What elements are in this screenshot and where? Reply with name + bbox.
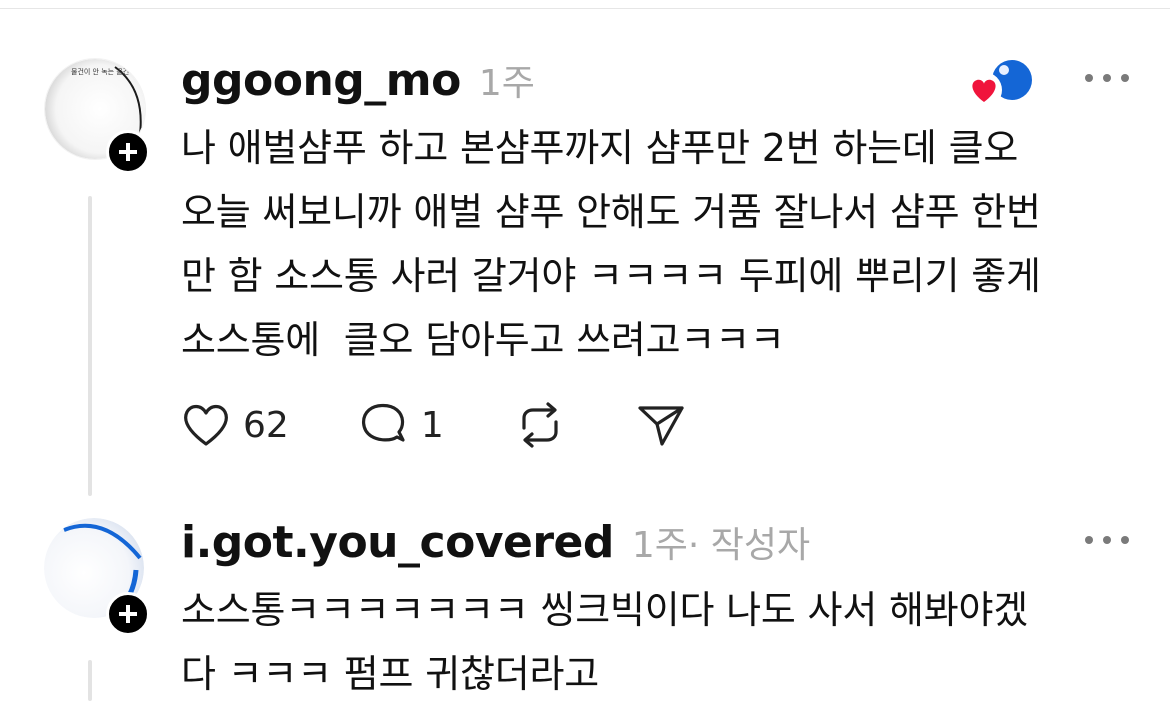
heart-outline-icon (184, 404, 228, 446)
dot (1121, 74, 1129, 82)
follow-plus-icon[interactable] (106, 130, 150, 174)
repost-icon (522, 402, 558, 448)
dot (1103, 74, 1111, 82)
comment-header: ggoong_mo 1주 (181, 54, 535, 106)
username[interactable]: i.got.you_covered (181, 517, 614, 568)
comment-text: 나 애벌샴푸 하고 본샴푸까지 샴푸만 2번 하는데 클오 오늘 써보니까 애벌… (181, 126, 1041, 362)
dot (1085, 74, 1093, 82)
thread-line (88, 196, 92, 496)
follow-plus-icon[interactable] (106, 592, 150, 636)
timestamp: 1주 (631, 525, 688, 566)
comment-text: 소스통ㅋㅋㅋㅋㅋㅋㅋ 씽크빅이다 나도 사서 해봐야겠 다 ㅋㅋㅋ 펌프 귀찮더… (181, 588, 1028, 696)
heart-icon (966, 72, 1002, 108)
timestamp: 1주 (478, 63, 535, 104)
reply-count: 1 (420, 404, 444, 446)
comment-bubble-icon (361, 403, 405, 442)
thread-line (88, 660, 92, 701)
dot (1121, 536, 1129, 544)
avatar-caption: 물건이 안 녹는 물건이 (71, 68, 136, 76)
divider (0, 510, 1170, 511)
dot (1103, 536, 1111, 544)
reaction-icons[interactable] (966, 58, 1040, 108)
send-icon (638, 406, 684, 446)
more-options-button[interactable] (1085, 530, 1129, 550)
like-button[interactable]: 62 (181, 402, 289, 448)
reply-button[interactable]: 1 (359, 402, 444, 448)
author-tag: · 작성자 (687, 525, 811, 566)
comment-header: i.got.you_covered 1주 · 작성자 (181, 516, 810, 568)
action-bar: 62 1 (181, 402, 756, 448)
share-button[interactable] (636, 402, 686, 448)
like-count: 62 (243, 404, 289, 446)
more-options-button[interactable] (1085, 68, 1129, 88)
dot (1085, 536, 1093, 544)
top-divider (0, 0, 1170, 9)
repost-button[interactable] (514, 402, 566, 448)
username[interactable]: ggoong_mo (181, 55, 461, 106)
